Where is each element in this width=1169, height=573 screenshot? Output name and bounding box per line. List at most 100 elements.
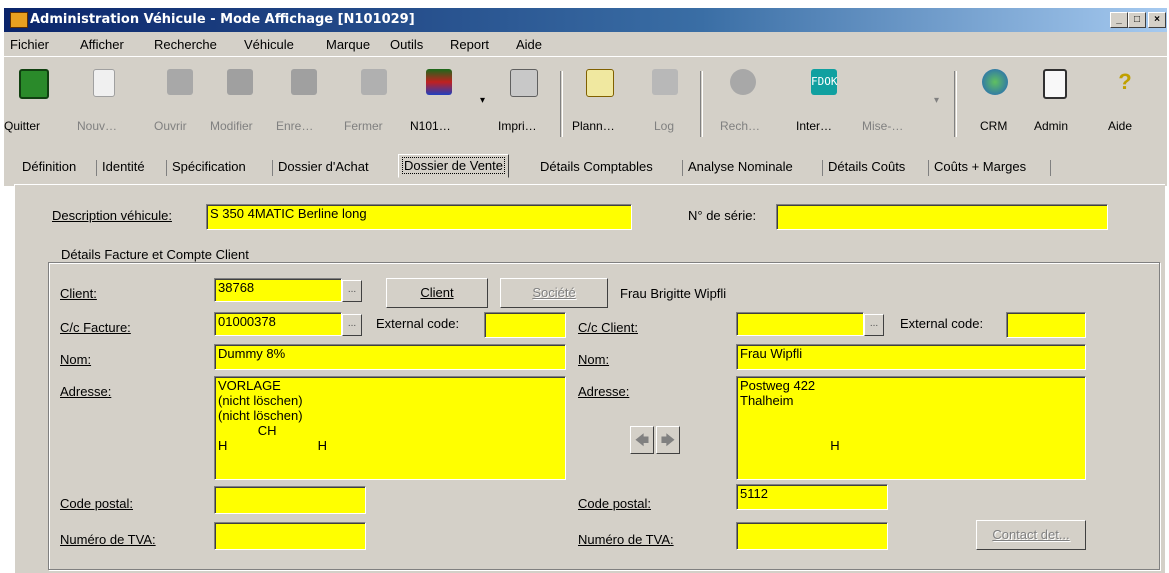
client-lookup-button[interactable]: ... bbox=[342, 280, 362, 302]
update-button[interactable]: Mise-… bbox=[858, 69, 918, 133]
client-label: Client: bbox=[60, 286, 97, 301]
toolbar-separator bbox=[954, 71, 957, 137]
copy-right-arrow-icon[interactable]: 🡆 bbox=[656, 426, 680, 454]
external-code-field-right[interactable] bbox=[1006, 312, 1086, 338]
tab-analyse-nominale[interactable]: Analyse Nominale bbox=[688, 156, 793, 178]
address-field-right[interactable]: Postweg 422 Thalheim H bbox=[736, 376, 1086, 480]
toolbar-separator bbox=[700, 71, 703, 137]
description-field[interactable]: S 350 4MATIC Berline long bbox=[206, 204, 632, 230]
exit-icon bbox=[19, 69, 49, 99]
menu-marque[interactable]: Marque bbox=[326, 37, 370, 52]
tab-details-couts[interactable]: Détails Coûts bbox=[828, 156, 905, 178]
log-button[interactable]: Log bbox=[640, 69, 690, 133]
save-icon bbox=[291, 69, 317, 95]
minimize-button[interactable]: _ bbox=[1110, 12, 1128, 28]
dropdown-arrow-icon[interactable]: ▾ bbox=[934, 95, 939, 106]
tab-dossier-achat[interactable]: Dossier d'Achat bbox=[278, 156, 369, 178]
client-name: Frau Brigitte Wipfli bbox=[620, 286, 727, 301]
close-button[interactable]: × bbox=[1148, 12, 1166, 28]
tab-strip: Définition Identité Spécification Dossie… bbox=[4, 146, 1167, 186]
log-icon bbox=[652, 69, 678, 95]
menu-afficher[interactable]: Afficher bbox=[80, 37, 124, 52]
quit-button[interactable]: Quitter bbox=[4, 69, 64, 133]
name-label-right: Nom: bbox=[578, 352, 610, 367]
name-field-left[interactable]: Dummy 8% bbox=[214, 344, 566, 370]
planner-icon bbox=[586, 69, 614, 97]
edit-icon bbox=[227, 69, 253, 95]
client-account-field[interactable] bbox=[736, 312, 864, 336]
address-label-left: Adresse: bbox=[60, 384, 112, 399]
postal-code-field-left[interactable] bbox=[214, 486, 366, 514]
open-folder-icon bbox=[167, 69, 193, 95]
new-button[interactable]: Nouv… bbox=[74, 69, 134, 133]
description-label: Description véhicule: bbox=[52, 208, 172, 223]
crm-button[interactable]: CRM bbox=[970, 69, 1020, 133]
client-account-lookup-button[interactable]: ... bbox=[864, 314, 884, 336]
crm-globe-icon bbox=[982, 69, 1008, 95]
window-title: Administration Véhicule - Mode Affichage… bbox=[30, 12, 415, 27]
menu-recherche[interactable]: Recherche bbox=[154, 37, 217, 52]
tab-couts-marges[interactable]: Coûts + Marges bbox=[934, 156, 1026, 178]
title-bar: Administration Véhicule - Mode Affichage… bbox=[4, 8, 1167, 32]
name-field-right[interactable]: Frau Wipfli bbox=[736, 344, 1086, 370]
invoice-account-label: C/c Facture: bbox=[60, 320, 131, 335]
company-button[interactable]: Société bbox=[500, 278, 608, 308]
client-button[interactable]: Client bbox=[386, 278, 488, 308]
vat-field-right[interactable] bbox=[736, 522, 888, 550]
menu-report[interactable]: Report bbox=[450, 37, 489, 52]
maximize-button[interactable]: □ bbox=[1128, 12, 1146, 28]
client-account-label: C/c Client: bbox=[578, 320, 638, 335]
vat-label-left: Numéro de TVA: bbox=[60, 532, 156, 547]
menu-vehicule[interactable]: Véhicule bbox=[244, 37, 294, 52]
vehicle-button[interactable]: N101… bbox=[404, 69, 474, 133]
fdok-icon: FDOK bbox=[811, 69, 838, 95]
group-title: Détails Facture et Compte Client bbox=[58, 247, 252, 262]
contact-details-button[interactable]: Contact det... bbox=[976, 520, 1086, 550]
tab-specification[interactable]: Spécification bbox=[172, 156, 246, 178]
new-document-icon bbox=[93, 69, 115, 97]
tab-definition[interactable]: Définition bbox=[22, 156, 76, 178]
close-folder-icon bbox=[361, 69, 387, 95]
toolbar: Quitter Nouv… Ouvrir Modifier Enre… Ferm… bbox=[4, 56, 1167, 148]
client-field[interactable]: 38768 bbox=[214, 278, 342, 302]
modify-button[interactable]: Modifier bbox=[210, 69, 270, 133]
vat-field-left[interactable] bbox=[214, 522, 366, 550]
menu-fichier[interactable]: Fichier bbox=[10, 37, 49, 52]
postal-code-label-left: Code postal: bbox=[60, 496, 133, 511]
toolbar-separator bbox=[560, 71, 563, 137]
serial-number-field[interactable] bbox=[776, 204, 1108, 230]
copy-left-arrow-icon[interactable]: 🡄 bbox=[630, 426, 654, 454]
update-icon bbox=[875, 69, 901, 95]
dropdown-arrow-icon[interactable]: ▾ bbox=[480, 95, 485, 106]
serial-number-label: N° de série: bbox=[688, 208, 757, 223]
address-field-left[interactable]: VORLAGE (nicht löschen) (nicht löschen) … bbox=[214, 376, 566, 480]
search-button[interactable]: Rech… bbox=[716, 69, 770, 133]
menu-outils[interactable]: Outils bbox=[390, 37, 423, 52]
search-icon bbox=[730, 69, 756, 95]
open-button[interactable]: Ouvrir bbox=[150, 69, 210, 133]
admin-button[interactable]: Admin bbox=[1030, 69, 1080, 133]
help-icon: ? bbox=[1118, 69, 1132, 94]
name-label-left: Nom: bbox=[60, 352, 92, 367]
close-doc-button[interactable]: Fermer bbox=[344, 69, 404, 133]
admin-icon bbox=[1043, 69, 1067, 99]
external-code-field-left[interactable] bbox=[484, 312, 566, 338]
printer-icon bbox=[510, 69, 538, 97]
planner-button[interactable]: Plann… bbox=[570, 69, 630, 133]
postal-code-label-right: Code postal: bbox=[578, 496, 651, 511]
invoice-account-lookup-button[interactable]: ... bbox=[342, 314, 362, 336]
print-button[interactable]: Impri… bbox=[494, 69, 554, 133]
menu-aide[interactable]: Aide bbox=[516, 37, 542, 52]
internet-button[interactable]: FDOK Inter… bbox=[794, 69, 854, 133]
tab-details-comptables[interactable]: Détails Comptables bbox=[540, 156, 653, 178]
vat-label-right: Numéro de TVA: bbox=[578, 532, 674, 547]
help-button[interactable]: ? Aide bbox=[1100, 69, 1150, 133]
menu-bar: Fichier Afficher Recherche Véhicule Marq… bbox=[4, 32, 1167, 56]
address-label-right: Adresse: bbox=[578, 384, 630, 399]
tab-dossier-vente[interactable]: Dossier de Vente bbox=[398, 154, 510, 178]
tab-identite[interactable]: Identité bbox=[102, 156, 145, 178]
save-button[interactable]: Enre… bbox=[274, 69, 334, 133]
app-icon bbox=[10, 12, 28, 28]
invoice-account-field[interactable]: 01000378 bbox=[214, 312, 342, 336]
postal-code-field-right[interactable]: 5112 bbox=[736, 484, 888, 510]
